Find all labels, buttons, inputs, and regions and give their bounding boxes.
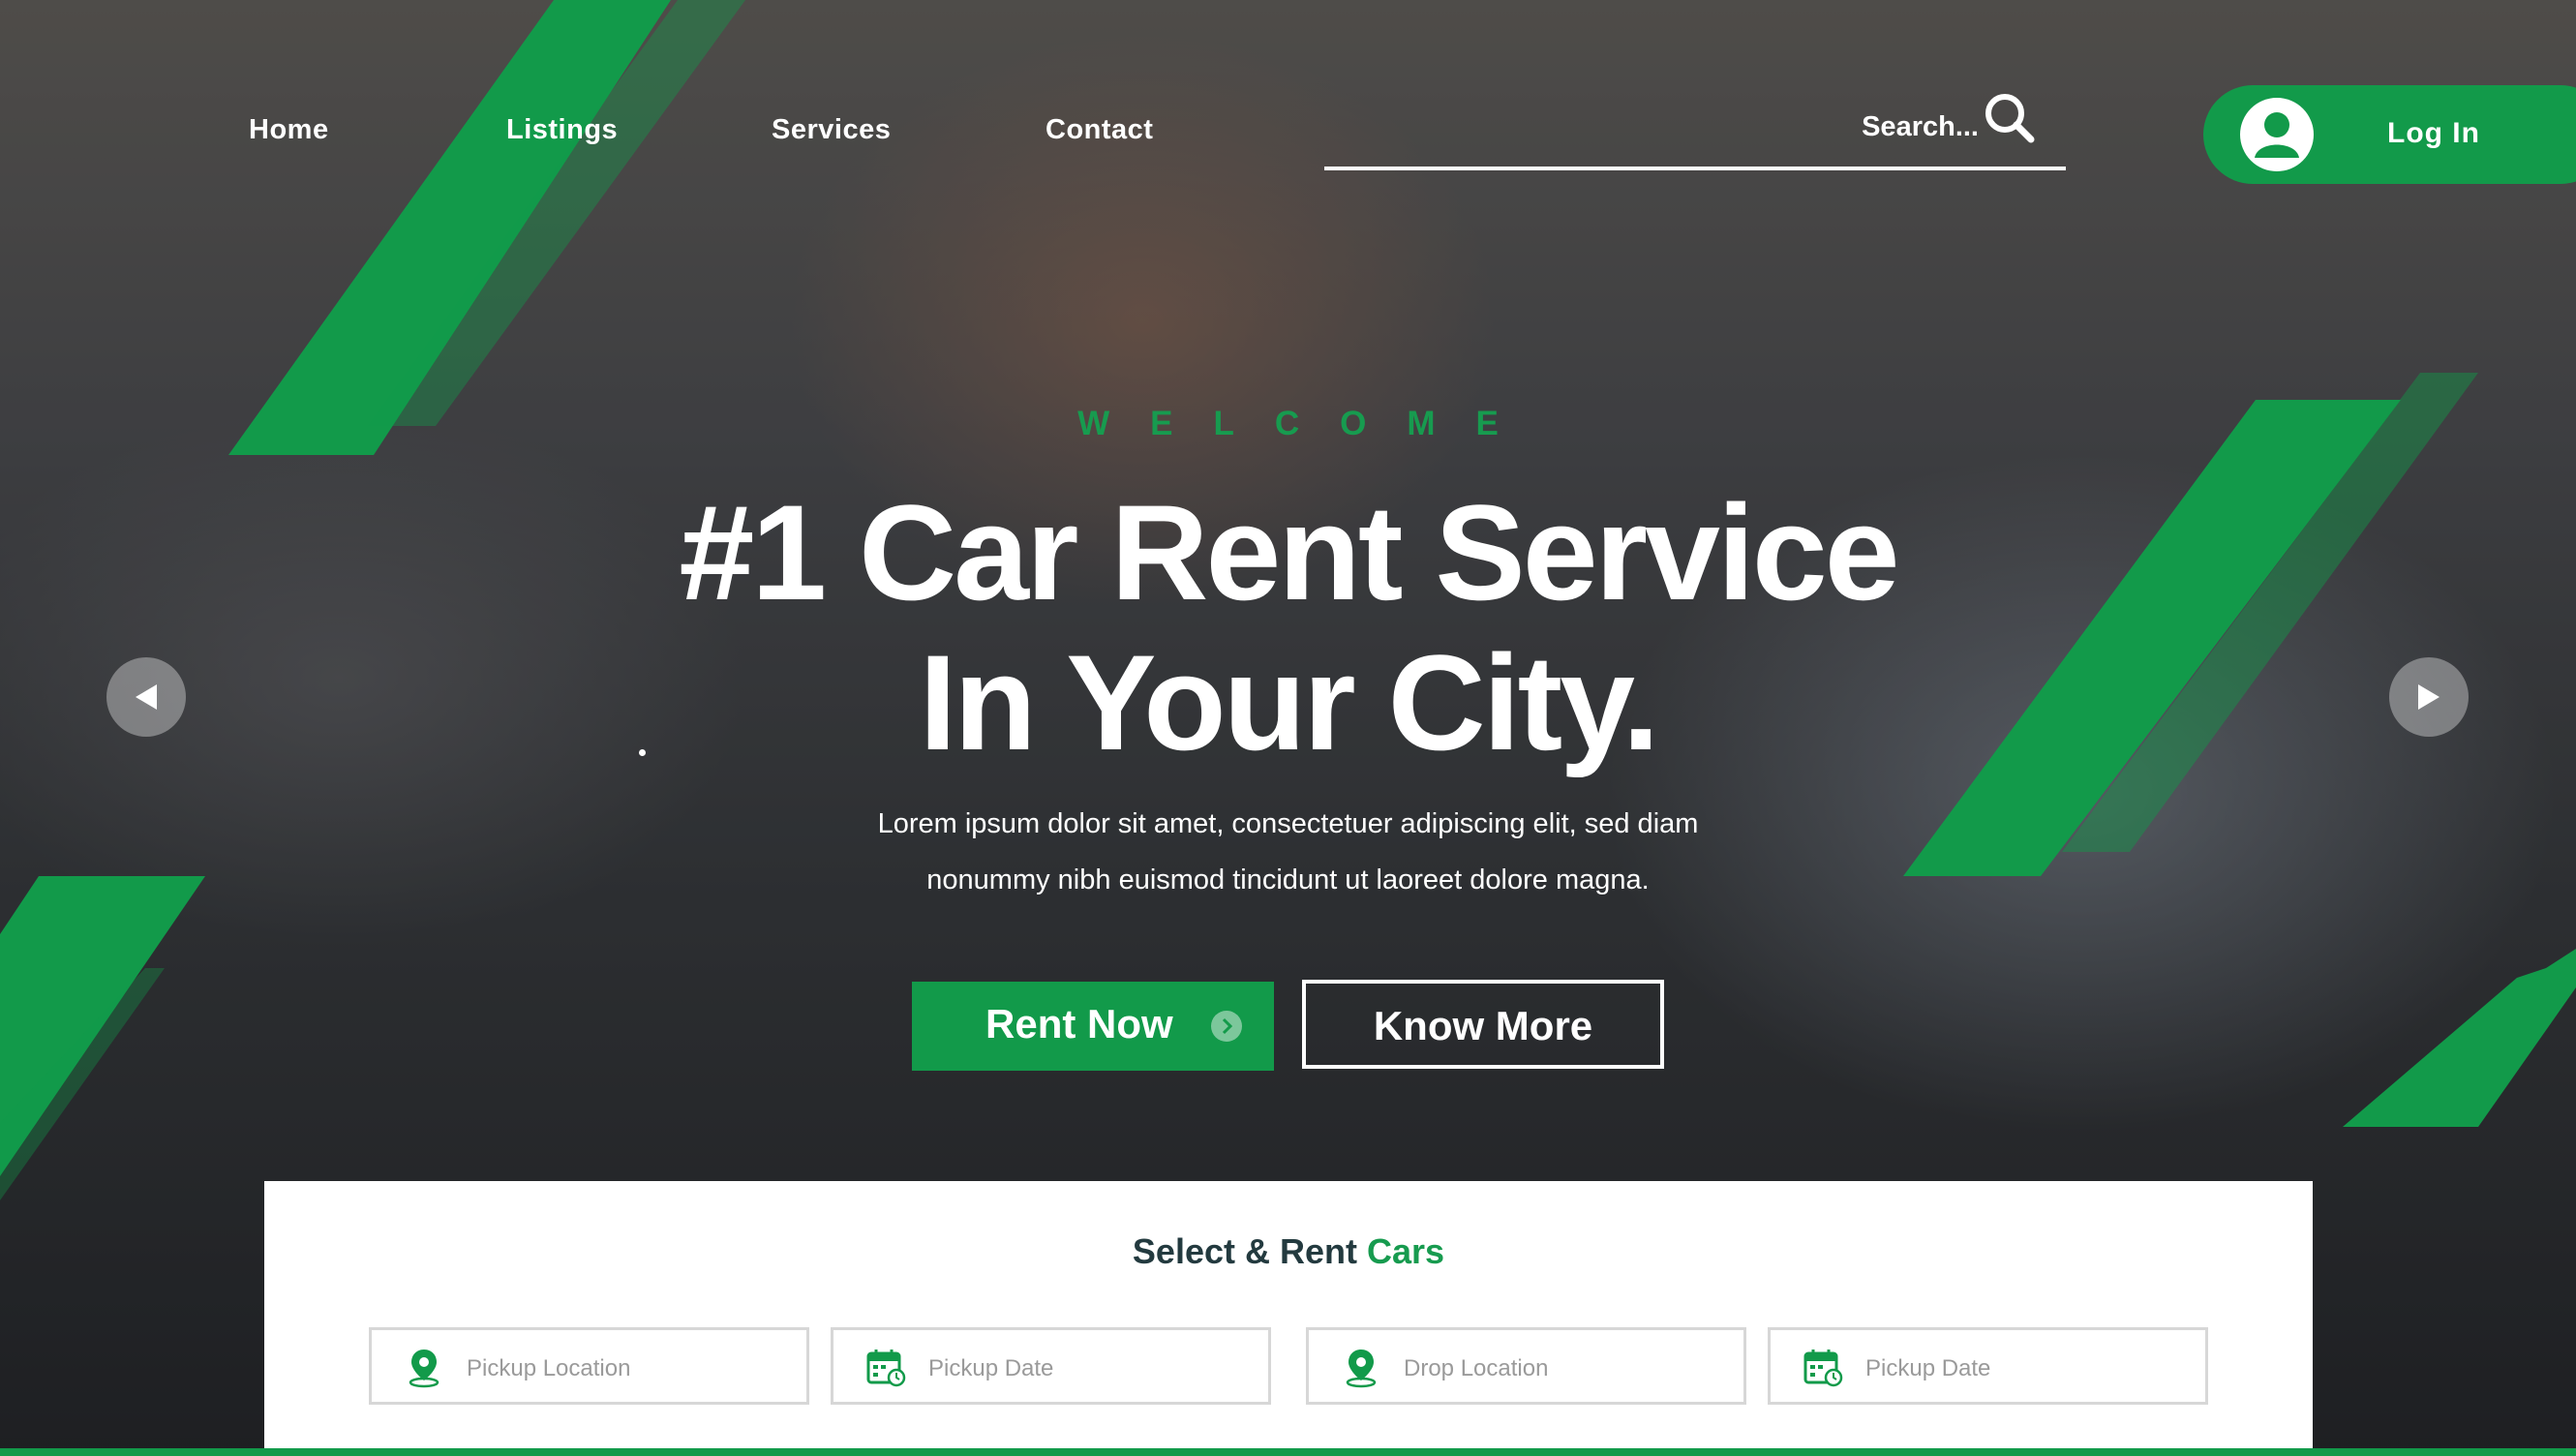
search-input[interactable] bbox=[1570, 110, 1981, 144]
calendar-icon bbox=[866, 1350, 906, 1387]
rent-now-label: Rent Now bbox=[985, 1001, 1173, 1046]
chevron-right-circle-icon bbox=[1211, 1011, 1242, 1042]
location-pin-icon bbox=[409, 1350, 439, 1388]
nav-listings[interactable]: Listings bbox=[506, 114, 618, 146]
hero-headline-line1: #1 Car Rent Service bbox=[679, 476, 1899, 628]
hero-lead-line1: Lorem ipsum dolor sit amet, consectetuer… bbox=[877, 808, 1699, 839]
field-label: Pickup Location bbox=[467, 1355, 631, 1381]
pickup-location-field[interactable]: Pickup Location bbox=[369, 1327, 809, 1405]
field-label: Drop Location bbox=[1404, 1355, 1549, 1381]
pickup-date-field-2[interactable]: Pickup Date bbox=[1768, 1327, 2208, 1405]
nav-contact[interactable]: Contact bbox=[1046, 114, 1153, 146]
rent-now-button[interactable]: Rent Now bbox=[912, 982, 1274, 1071]
hero-lead-line2: nonummy nibh euismod tincidunt ut laoree… bbox=[926, 864, 1650, 895]
hero-headline-line2: In Your City. bbox=[919, 626, 1659, 778]
login-button[interactable]: Log In bbox=[2203, 85, 2576, 184]
search-icon[interactable] bbox=[1981, 89, 2039, 147]
search-underline bbox=[1324, 167, 2066, 170]
user-avatar-icon bbox=[2240, 98, 2314, 171]
calendar-icon bbox=[1803, 1350, 1843, 1387]
field-label: Pickup Date bbox=[1865, 1355, 1991, 1381]
slider-prev-button[interactable] bbox=[106, 657, 186, 737]
pickup-date-field[interactable]: Pickup Date bbox=[831, 1327, 1271, 1405]
know-more-button[interactable]: Know More bbox=[1302, 980, 1664, 1069]
know-more-label: Know More bbox=[1373, 1003, 1593, 1048]
login-label: Log In bbox=[2387, 117, 2480, 149]
slider-dot[interactable] bbox=[639, 749, 646, 756]
booking-panel: Select & Rent Cars Pickup Location Picku… bbox=[264, 1181, 2313, 1456]
booking-title-main: Select & Rent bbox=[1132, 1231, 1357, 1271]
nav-home[interactable]: Home bbox=[249, 114, 329, 146]
arrow-right-icon bbox=[2418, 684, 2440, 710]
booking-title-accent: Cars bbox=[1367, 1231, 1445, 1271]
booking-title: Select & Rent Cars bbox=[264, 1231, 2313, 1272]
nav-services[interactable]: Services bbox=[772, 114, 891, 146]
drop-location-field[interactable]: Drop Location bbox=[1306, 1327, 1746, 1405]
search-bar bbox=[1324, 94, 2066, 170]
bottom-accent-bar bbox=[0, 1448, 2576, 1456]
location-pin-icon bbox=[1346, 1350, 1377, 1388]
slider-next-button[interactable] bbox=[2389, 657, 2469, 737]
hero-eyebrow: WELCOME bbox=[1077, 405, 1539, 442]
field-label: Pickup Date bbox=[928, 1355, 1054, 1381]
arrow-left-icon bbox=[136, 684, 157, 710]
